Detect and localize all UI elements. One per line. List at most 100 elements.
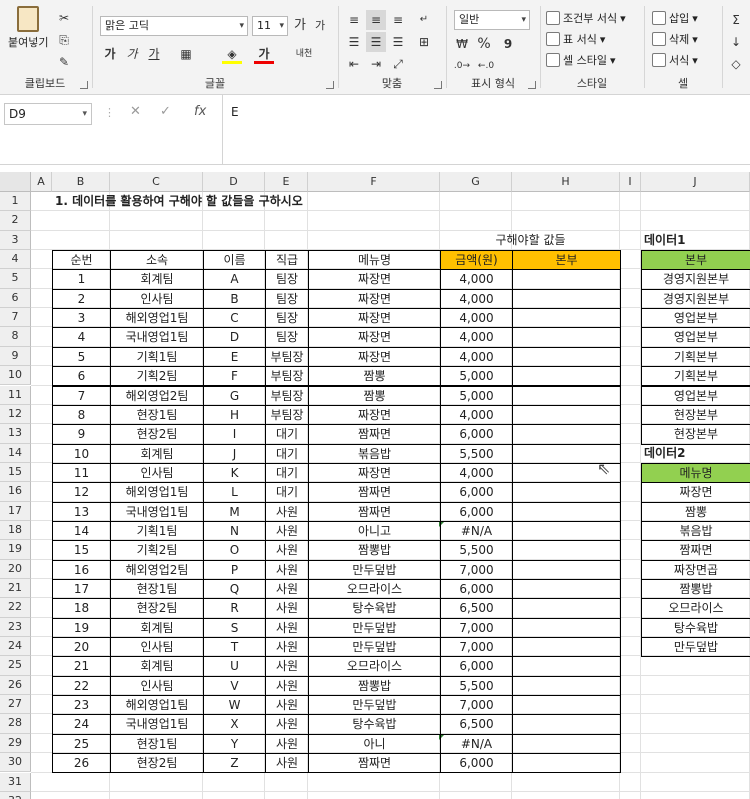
table-cell[interactable]: #N/A [440,520,513,542]
table-cell[interactable] [512,656,621,677]
table-cell[interactable]: 7,000 [440,695,513,716]
table-cell[interactable]: T [203,637,266,658]
table-cell[interactable]: 24 [52,714,111,735]
table-cell[interactable]: 4,000 [440,288,513,310]
table-cell[interactable]: Z [203,753,266,774]
table-cell[interactable]: B [203,288,266,310]
table-cell[interactable]: 짬뽕밥 [308,675,441,697]
data1-header-cell[interactable]: 본부 [641,250,750,271]
table-cell[interactable]: 25 [52,733,111,755]
row-header-26[interactable]: 26 [0,675,31,696]
shrink-font-button[interactable]: 가 [310,16,330,36]
table-cell[interactable]: 사원 [265,540,309,561]
table-header-cell[interactable]: 직급 [265,250,309,271]
table-cell[interactable]: 사원 [265,559,309,580]
table-cell[interactable]: 5,500 [440,540,513,561]
table-cell[interactable]: 4,000 [440,462,513,484]
table-cell[interactable]: 6,500 [440,598,513,619]
wrap-text-icon[interactable]: ↵ [414,10,434,30]
table-cell[interactable]: 8 [52,404,111,426]
align-right-icon[interactable]: ☰ [388,32,408,52]
table-cell[interactable]: 탕수육밥 [308,714,441,735]
data2-cell[interactable]: 만두덮밥 [641,637,750,658]
table-cell[interactable] [512,579,621,600]
table-cell[interactable]: E [203,346,266,368]
table-cell[interactable]: I [203,424,266,445]
row-header-15[interactable]: 15 [0,462,31,483]
table-cell[interactable]: 볶음밥 [308,443,441,464]
table-cell[interactable]: 4,000 [440,404,513,426]
sum-icon[interactable]: Σ [726,10,746,30]
table-cell[interactable]: 만두덮밥 [308,695,441,716]
number-format-dropdown[interactable]: 일반 ▾ [454,10,530,30]
table-cell[interactable]: 4,000 [440,327,513,348]
table-header-cell[interactable]: 본부 [512,250,621,271]
table-cell[interactable]: 사원 [265,598,309,619]
currency-icon[interactable]: ₩ [452,34,472,54]
row-header-20[interactable]: 20 [0,559,31,579]
table-cell[interactable]: 부팀장 [265,346,309,368]
row-header-2[interactable]: 2 [0,211,31,231]
table-cell[interactable] [512,733,621,755]
comma-button[interactable]: 9 [498,34,518,54]
table-cell[interactable]: 현장1팀 [110,579,204,600]
row-header-9[interactable]: 9 [0,346,31,367]
table-cell[interactable]: 5,000 [440,385,513,406]
table-cell[interactable]: 아니고 [308,520,441,542]
table-cell[interactable]: 4,000 [440,346,513,368]
decrease-decimal-icon[interactable]: ←.0 [476,56,496,76]
column-header-c[interactable]: C [110,172,203,192]
align-middle-icon[interactable]: ≡ [366,10,386,30]
table-cell[interactable]: 현장1팀 [110,733,204,755]
row-header-6[interactable]: 6 [0,288,31,309]
table-cell[interactable] [512,424,621,445]
table-cell[interactable]: 20 [52,637,111,658]
find-values-label[interactable]: 구해야할 값들 [440,231,621,251]
table-cell[interactable]: J [203,443,266,464]
table-cell[interactable]: 짜장면 [308,288,441,310]
data2-cell[interactable]: 짜장면 [641,482,750,503]
table-cell[interactable]: 사원 [265,695,309,716]
table-cell[interactable]: 부팀장 [265,404,309,426]
format-painter-icon[interactable]: ✎ [54,52,74,72]
row-header-11[interactable]: 11 [0,385,31,405]
row-header-21[interactable]: 21 [0,579,31,599]
table-cell[interactable]: 짜장면 [308,327,441,348]
table-cell[interactable]: 인사팀 [110,288,204,310]
table-cell[interactable]: 부팀장 [265,385,309,406]
table-cell[interactable] [512,695,621,716]
data1-cell[interactable]: 영업본부 [641,327,750,348]
table-cell[interactable]: 국내영업1팀 [110,501,204,522]
table-cell[interactable]: 17 [52,579,111,600]
table-cell[interactable]: 사원 [265,637,309,658]
formula-input[interactable]: E [222,95,750,165]
table-cell[interactable]: 현장2팀 [110,598,204,619]
data1-cell[interactable]: 경영지원본부 [641,288,750,310]
row-header-28[interactable]: 28 [0,714,31,734]
align-top-icon[interactable]: ≡ [344,10,364,30]
table-cell[interactable] [512,308,621,329]
table-cell[interactable]: 4 [52,327,111,348]
table-cell[interactable]: 현장2팀 [110,753,204,774]
table-cell[interactable]: 사원 [265,714,309,735]
table-cell[interactable]: 6,000 [440,501,513,522]
table-cell[interactable]: 짜장면 [308,404,441,426]
table-header-cell[interactable]: 메뉴명 [308,250,441,271]
table-cell[interactable] [512,714,621,735]
table-cell[interactable]: Y [203,733,266,755]
cut-icon[interactable]: ✂ [54,8,74,28]
table-cell[interactable] [512,269,621,290]
table-cell[interactable]: 7,000 [440,617,513,639]
cell-styles-button[interactable]: 셀 스타일 ▾ [546,52,616,68]
row-header-24[interactable]: 24 [0,637,31,657]
table-cell[interactable]: 5 [52,346,111,368]
function-icon[interactable]: fx [194,104,206,119]
table-cell[interactable]: 6,000 [440,482,513,503]
phonetic-icon[interactable]: 내천 [294,44,314,64]
row-header-23[interactable]: 23 [0,617,31,638]
data1-cell[interactable]: 현장본부 [641,424,750,445]
table-cell[interactable]: 16 [52,559,111,580]
enter-icon[interactable]: ✓ [160,104,171,119]
column-header-b[interactable]: B [52,172,110,192]
row-header-8[interactable]: 8 [0,327,31,347]
